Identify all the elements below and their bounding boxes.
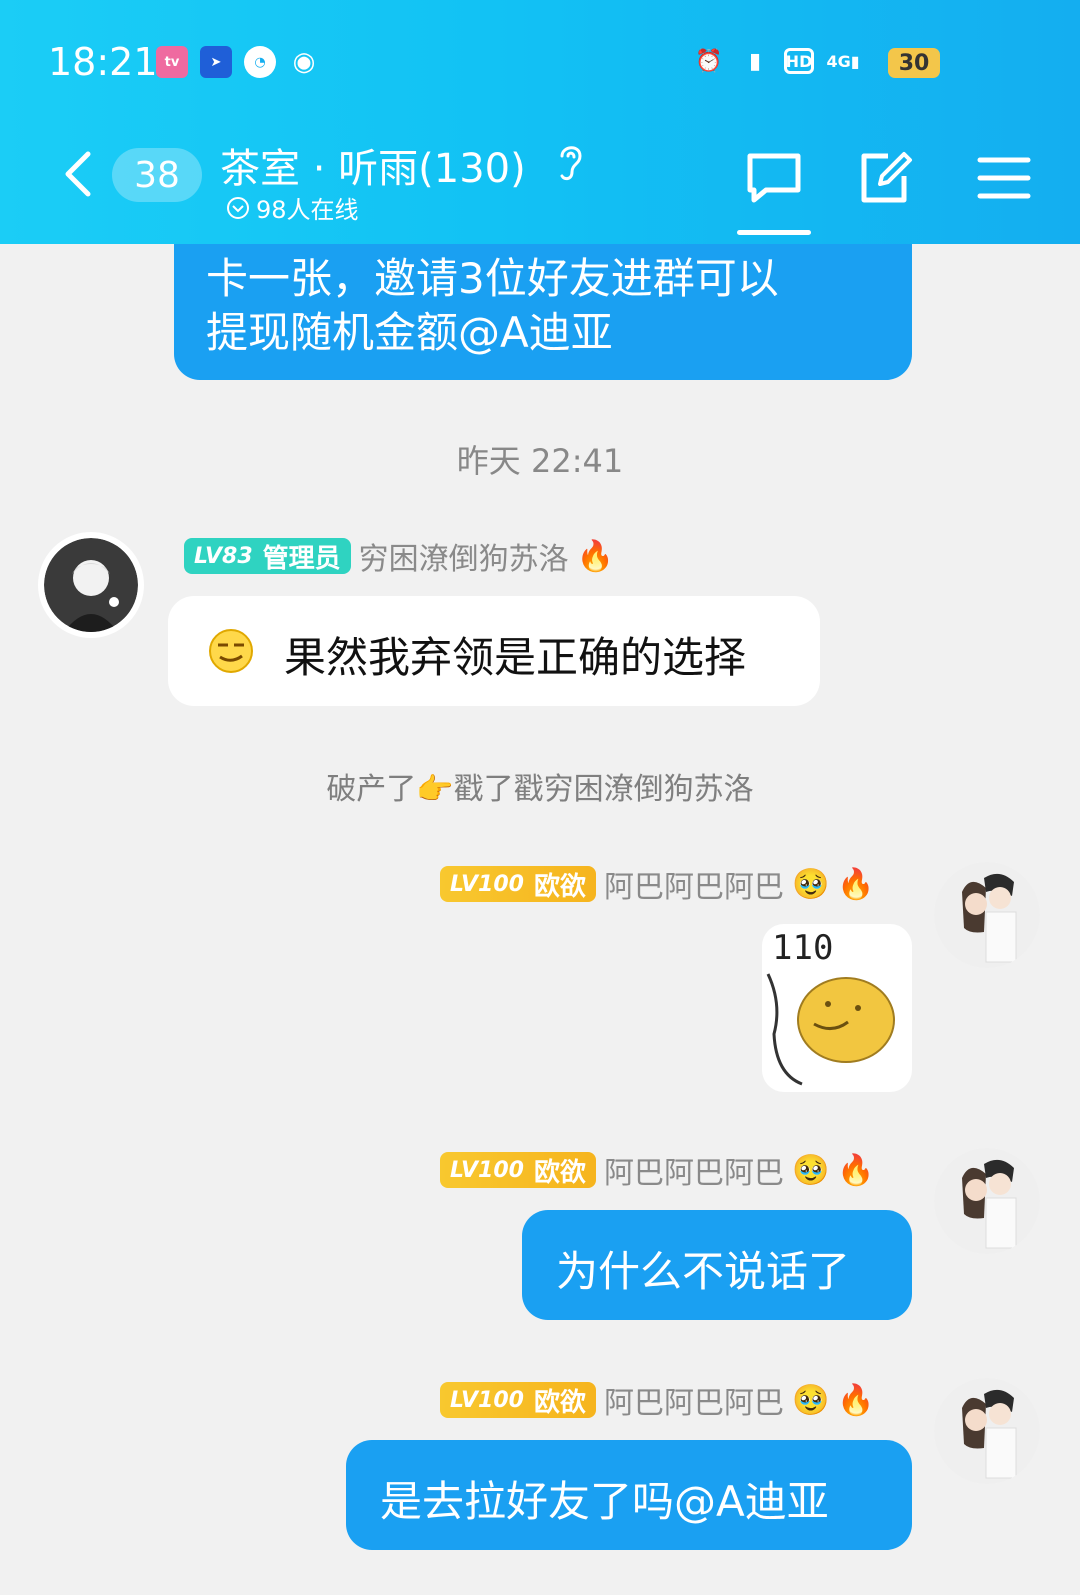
bilibili-icon: tv xyxy=(156,46,188,78)
vibrate-icon: ▮ xyxy=(748,48,762,74)
time-separator: 昨天 22:41 xyxy=(456,442,624,480)
smirk-emoji-icon xyxy=(209,629,253,673)
chevron-circle-icon xyxy=(227,196,249,219)
chat-header: 18:21 tv ➤ ◔ ◉ ⏰ ▮ HD 4G ▮ 30 38 茶室 · 听雨(… xyxy=(0,0,1080,244)
fortune-god-icon: 🥹 xyxy=(791,1382,830,1418)
sender-name-row: LV100 欧欲 阿巴阿巴阿巴 🥹 🔥 xyxy=(440,862,875,906)
poke-target: 穷困潦倒狗苏洛 xyxy=(543,772,754,807)
speed-icon: ◔ xyxy=(244,46,276,78)
admin-avatar-image xyxy=(44,538,138,632)
back-icon[interactable] xyxy=(58,148,98,200)
battery-indicator: 30 xyxy=(888,48,940,78)
chat-tab-icon[interactable] xyxy=(744,148,804,208)
badge-role: 管理员 xyxy=(262,543,341,574)
smiley-sticker-graphic xyxy=(766,973,895,1086)
avatar[interactable] xyxy=(934,862,1040,968)
badge-role: 欧欲 xyxy=(533,1157,586,1188)
couple-avatar-image xyxy=(934,862,1040,968)
level-badge: LV100 欧欲 xyxy=(440,866,596,902)
message-text: 为什么不说话了 xyxy=(556,1247,851,1296)
badge-level: LV100 xyxy=(450,1157,524,1183)
sticker-image[interactable]: 110 xyxy=(762,924,912,1092)
sender-name[interactable]: 阿巴阿巴阿巴 xyxy=(604,1148,784,1192)
hd-icon: HD xyxy=(784,48,814,74)
badge-role: 欧欲 xyxy=(533,871,586,902)
unread-count-badge[interactable]: 38 xyxy=(112,148,202,202)
badge-level: LV100 xyxy=(450,1387,524,1413)
fire-icon: 🔥 xyxy=(837,866,875,902)
status-time: 18:21 xyxy=(48,40,158,84)
wechat-icon: ◉ xyxy=(292,47,316,77)
sender-name[interactable]: 阿巴阿巴阿巴 xyxy=(604,1378,784,1422)
fire-icon: 🔥 xyxy=(576,538,615,574)
message-bubble[interactable]: 果然我弃领是正确的选择 xyxy=(168,596,820,706)
poke-actor: 破产了 xyxy=(326,772,417,807)
badge-level: LV100 xyxy=(450,871,524,897)
avatar[interactable] xyxy=(934,1378,1040,1484)
avatar[interactable] xyxy=(38,532,144,638)
message-text: 果然我弃领是正确的选择 xyxy=(284,633,747,682)
badge-level: LV83 xyxy=(194,543,253,569)
message-text: 是去拉好友了吗@A迪亚 xyxy=(380,1477,829,1526)
message-bubble[interactable]: 为什么不说话了 xyxy=(522,1210,912,1320)
avatar[interactable] xyxy=(934,1148,1040,1254)
online-status: 98人在线 xyxy=(226,190,359,225)
group-title[interactable]: 茶室 · 听雨(130) xyxy=(220,136,526,194)
message-bubble[interactable]: 是去拉好友了吗@A迪亚 xyxy=(346,1440,912,1550)
sender-name[interactable]: 阿巴阿巴阿巴 xyxy=(604,862,784,906)
ear-icon[interactable] xyxy=(552,140,588,184)
menu-icon[interactable] xyxy=(974,148,1034,208)
sender-name-row: LV83 管理员 穷困潦倒狗苏洛 🔥 xyxy=(184,534,614,578)
active-tab-indicator xyxy=(737,230,811,235)
sender-name-row: LV100 欧欲 阿巴阿巴阿巴 🥹 🔥 xyxy=(440,1148,875,1192)
poke-verb: 戳了戳 xyxy=(453,772,544,807)
fire-icon: 🔥 xyxy=(837,1382,875,1418)
level-badge: LV100 欧欲 xyxy=(440,1382,596,1418)
message-text: 卡一张，邀请3位好友进群可以 xyxy=(206,254,779,303)
level-badge: LV83 管理员 xyxy=(184,538,351,574)
sticker-text: 110 xyxy=(772,928,834,968)
signal-4g-icon: 4G ▮ xyxy=(826,51,860,71)
system-notice: 破产了👉戳了戳穷困潦倒狗苏洛 xyxy=(0,764,1080,808)
sender-name-row: LV100 欧欲 阿巴阿巴阿巴 🥹 🔥 xyxy=(440,1378,875,1422)
edit-icon[interactable] xyxy=(856,148,916,208)
couple-avatar-image xyxy=(934,1378,1040,1484)
feishu-icon: ➤ xyxy=(200,46,232,78)
pointing-hand-icon: 👉 xyxy=(416,772,454,807)
fire-icon: 🔥 xyxy=(837,1152,875,1188)
couple-avatar-image xyxy=(934,1148,1040,1254)
level-badge: LV100 欧欲 xyxy=(440,1152,596,1188)
sender-name[interactable]: 穷困潦倒狗苏洛 xyxy=(359,534,569,578)
status-bar: 18:21 tv ➤ ◔ ◉ ⏰ ▮ HD 4G ▮ 30 xyxy=(0,0,1080,120)
fortune-god-icon: 🥹 xyxy=(791,866,830,902)
message-text: 提现随机金额@A迪亚 xyxy=(206,308,613,357)
alarm-icon: ⏰ xyxy=(695,48,723,74)
online-count: 98人在线 xyxy=(256,196,359,224)
badge-role: 欧欲 xyxy=(533,1387,586,1418)
fortune-god-icon: 🥹 xyxy=(791,1152,830,1188)
